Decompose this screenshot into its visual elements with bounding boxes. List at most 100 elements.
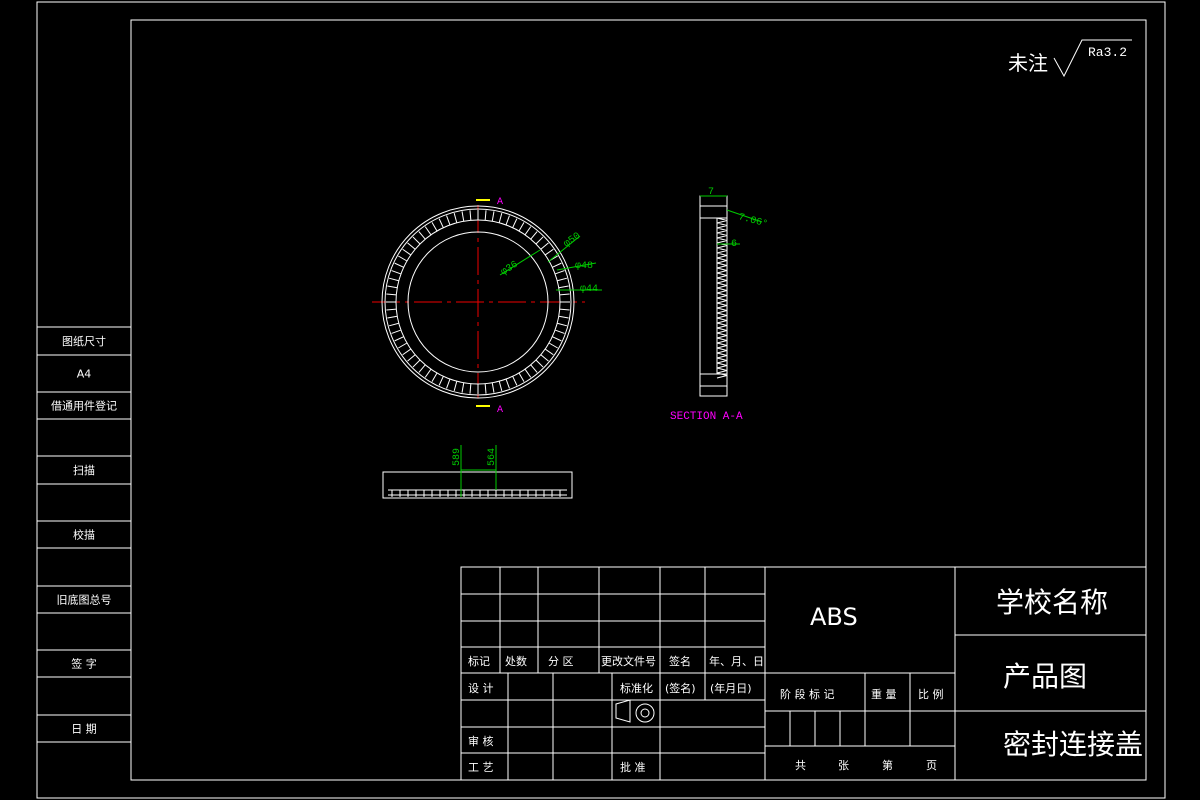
bottom-view: 589 564 [382, 445, 573, 499]
ring-tooth [512, 218, 518, 228]
ring-tooth [391, 270, 402, 275]
ring-tooth [412, 359, 421, 368]
ring-tooth [552, 262, 562, 268]
section-hatch-bottom [699, 373, 728, 387]
header-sign: 签名 [669, 654, 691, 668]
label-review: 审 核 [468, 734, 494, 748]
ring-tooth [530, 231, 538, 240]
ring-tooth [552, 336, 562, 342]
ring-tooth [431, 372, 438, 382]
ring-tooth [554, 329, 565, 334]
label-stage: 阶 段 标 记 [780, 687, 835, 701]
drawing-type: 产品图 [1003, 660, 1087, 693]
ring-tooth [524, 226, 532, 236]
ring-tooth [391, 329, 402, 334]
ring-tooth [469, 210, 472, 221]
label-design: 设 计 [468, 682, 494, 695]
part-name: 密封连接盖 [1003, 728, 1143, 761]
ring-tooth [453, 381, 458, 391]
ring-tooth [446, 215, 451, 226]
dim-d48: φ48 [575, 261, 593, 272]
left-col-label: 扫描 [73, 463, 95, 477]
label-approve: 批 准 [620, 760, 646, 774]
ring-tooth [407, 354, 416, 362]
ring-tooth [412, 236, 421, 245]
material-value: ABS [810, 603, 858, 631]
ring-tooth [407, 242, 416, 250]
roughness-note-label: 未注 [1008, 51, 1048, 75]
ring-tooth [505, 378, 510, 389]
front-view: A A φ50 φ48 φ44 φ36 [372, 197, 602, 416]
ring-tooth [398, 255, 408, 262]
ring-tooth [540, 242, 549, 250]
ring-tooth [387, 285, 398, 289]
ring-tooth [386, 308, 397, 311]
ring-tooth [461, 211, 465, 222]
header-mark: 标记 [468, 654, 490, 668]
ring-tooth [394, 262, 404, 268]
ring-tooth [402, 248, 412, 256]
section-label: SECTION A-A [670, 411, 743, 423]
ring-tooth [398, 342, 408, 349]
ring-tooth [535, 359, 544, 368]
left-col-label: 图纸尺寸 [62, 334, 106, 348]
ring-tooth [554, 270, 565, 275]
dim-564: 564 [487, 448, 498, 466]
header-count: 处数 [505, 655, 527, 668]
ring-tooth [484, 210, 487, 221]
left-col-label: A4 [77, 368, 92, 381]
ring-tooth [512, 376, 518, 386]
dim-tooth: 6 [731, 239, 737, 250]
section-sawtooth [716, 217, 728, 379]
outer-frame [36, 1, 1166, 799]
label-process: 工 艺 [468, 761, 494, 774]
dim-d44: φ44 [580, 284, 598, 295]
ring-tooth [418, 231, 426, 240]
ring-tooth [544, 248, 554, 256]
school-name: 学校名称 [996, 586, 1108, 619]
ring-tooth [431, 222, 438, 232]
section-teeth [716, 217, 728, 379]
ring-tooth [548, 342, 558, 349]
ring-tooth [540, 354, 549, 362]
left-col-label: 校描 [73, 528, 95, 542]
dim-width: 7 [708, 187, 714, 198]
ring-tooth [530, 364, 538, 373]
section-marker-bottom-label: A [497, 405, 503, 416]
ring-tooth [491, 382, 495, 393]
ring-tooth [387, 315, 398, 319]
label-date: (年月日) [710, 681, 752, 695]
sheet-total: 共 [795, 759, 806, 772]
roughness-value: Ra3.2 [1088, 45, 1127, 60]
ring-tooth [386, 293, 397, 296]
ring-tooth [558, 315, 569, 319]
projection-symbol [615, 699, 655, 723]
ring-tooth [535, 236, 544, 245]
ring-tooth [484, 383, 487, 394]
ring-tooth [469, 383, 472, 394]
label-standardize: 标准化 [620, 681, 653, 695]
section-hatch-top [699, 205, 728, 219]
ring-tooth [389, 277, 399, 282]
dim-d50: φ50 [562, 231, 583, 250]
ring-tooth [389, 322, 399, 327]
sheet-unit: 张 [838, 759, 849, 772]
label-weight: 重 量 [871, 687, 897, 701]
ring-tooth [424, 226, 432, 236]
ring-tooth [446, 378, 451, 389]
ring-tooth [498, 213, 503, 223]
section-view: 7 7.06° 6 SECTION A-A [670, 187, 769, 423]
ring-tooth [461, 382, 465, 393]
sheet-nth: 第 [882, 758, 893, 772]
ring-tooth [453, 213, 458, 223]
ring-tooth [557, 322, 567, 327]
header-zone: 分 区 [548, 655, 574, 668]
ring-tooth [394, 336, 404, 342]
sheet-page: 页 [926, 759, 937, 772]
header-change-doc: 更改文件号 [601, 654, 656, 668]
ring-tooth [524, 368, 532, 378]
ring-tooth [518, 222, 525, 232]
surface-roughness-note: 未注 Ra3.2 [1008, 39, 1132, 78]
left-col-label: 日 期 [71, 723, 97, 736]
ring-tooth [518, 372, 525, 382]
